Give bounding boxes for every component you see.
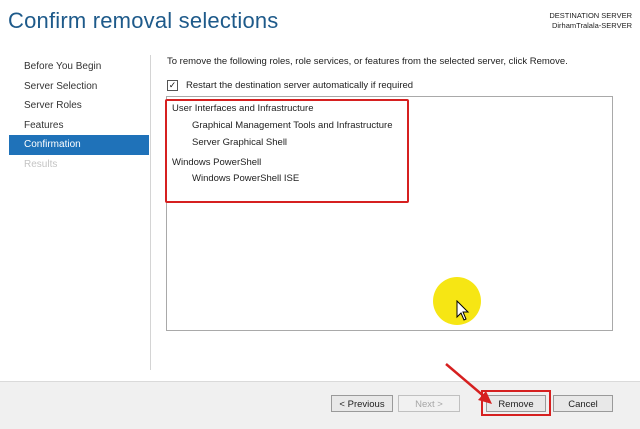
restart-checkbox-label: Restart the destination server automatic… xyxy=(186,80,414,91)
destination-label: DESTINATION SERVER xyxy=(549,11,632,20)
removal-list-annotation-box xyxy=(165,99,409,203)
nav-item-before-you-begin[interactable]: Before You Begin xyxy=(9,57,149,77)
nav-divider xyxy=(150,55,151,370)
nav-item-server-selection[interactable]: Server Selection xyxy=(9,77,149,97)
nav-item-confirmation[interactable]: Confirmation xyxy=(9,135,149,155)
intro-text: To remove the following roles, role serv… xyxy=(167,56,568,67)
wizard-navigation: Before You Begin Server Selection Server… xyxy=(9,57,149,174)
nav-item-server-roles[interactable]: Server Roles xyxy=(9,96,149,116)
mouse-pointer-icon xyxy=(456,300,470,321)
page-title: Confirm removal selections xyxy=(8,8,279,33)
nav-item-features[interactable]: Features xyxy=(9,116,149,136)
restart-option[interactable]: ✓ Restart the destination server automat… xyxy=(167,80,413,91)
previous-button[interactable]: < Previous xyxy=(331,395,393,412)
restart-checkbox[interactable]: ✓ xyxy=(167,80,178,91)
destination-server-info: DESTINATION SERVER DirhamTralala-SERVER xyxy=(549,11,632,31)
cancel-button[interactable]: Cancel xyxy=(553,395,613,412)
nav-item-results: Results xyxy=(24,158,58,170)
destination-server-name: DirhamTralala-SERVER xyxy=(551,21,632,30)
annotation-arrow-icon xyxy=(445,363,492,404)
